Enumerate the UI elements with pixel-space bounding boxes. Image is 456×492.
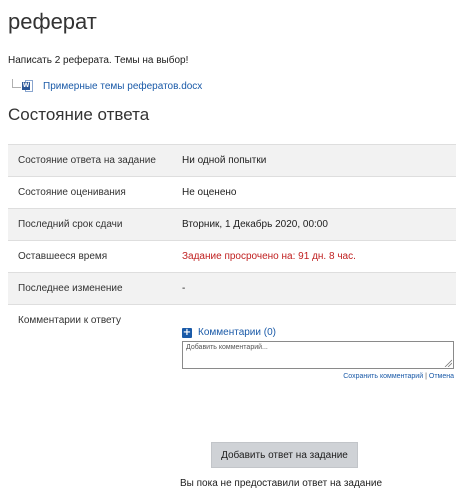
status-row-last-modified: Последнее изменение - bbox=[8, 272, 456, 305]
save-comment-link[interactable]: Сохранить комментарий bbox=[343, 373, 423, 380]
row-label: Состояние оценивания bbox=[8, 176, 172, 209]
comment-actions: Сохранить комментарий | Отмена bbox=[182, 373, 454, 380]
action-separator: | bbox=[425, 373, 427, 380]
status-row-due-date: Последний срок сдачи Вторник, 1 Декабрь … bbox=[8, 208, 456, 241]
comments-link[interactable]: Комментарии (0) bbox=[198, 327, 276, 338]
row-value: Ни одной попытки bbox=[172, 144, 456, 177]
page-title: реферат bbox=[8, 9, 97, 34]
status-row-comments: Комментарии к ответу + Комментарии (0) С… bbox=[8, 304, 456, 401]
word-document-icon: W bbox=[22, 80, 33, 92]
expand-plus-icon[interactable]: + bbox=[182, 327, 192, 338]
resize-grip-icon[interactable] bbox=[444, 359, 452, 367]
cancel-comment-link[interactable]: Отмена bbox=[429, 373, 454, 380]
row-label: Последнее изменение bbox=[8, 272, 172, 305]
row-label: Последний срок сдачи bbox=[8, 208, 172, 241]
add-submission-button[interactable]: Добавить ответ на задание bbox=[211, 442, 358, 468]
row-value: Вторник, 1 Декабрь 2020, 00:00 bbox=[172, 208, 456, 241]
attachment-link[interactable]: Примерные темы рефератов.docx bbox=[43, 81, 202, 92]
status-row-grading: Состояние оценивания Не оценено bbox=[8, 176, 456, 209]
row-value: - bbox=[172, 272, 456, 305]
overdue-value: Задание просрочено на: 91 дн. 8 час. bbox=[172, 240, 456, 273]
comments-cell: + Комментарии (0) Сохранить комментарий … bbox=[172, 304, 456, 401]
assignment-intro: Написать 2 реферата. Темы на выбор! bbox=[8, 55, 189, 66]
status-row-attempt: Состояние ответа на задание Ни одной поп… bbox=[8, 144, 456, 177]
comment-input[interactable] bbox=[182, 341, 454, 369]
row-label: Оставшееся время bbox=[8, 240, 172, 273]
no-submission-notice: Вы пока не предоставили ответ на задание bbox=[180, 478, 383, 489]
attachment-row: W Примерные темы рефератов.docx bbox=[12, 76, 202, 96]
row-label: Комментарии к ответу bbox=[8, 304, 172, 401]
tree-connector bbox=[12, 78, 21, 88]
submission-status-table: Состояние ответа на задание Ни одной поп… bbox=[8, 144, 456, 401]
comments-toggle[interactable]: + Комментарии (0) bbox=[182, 327, 276, 338]
row-label: Состояние ответа на задание bbox=[8, 144, 172, 177]
submission-status-heading: Состояние ответа bbox=[8, 105, 150, 124]
status-row-time-remaining: Оставшееся время Задание просрочено на: … bbox=[8, 240, 456, 273]
row-value: Не оценено bbox=[172, 176, 456, 209]
